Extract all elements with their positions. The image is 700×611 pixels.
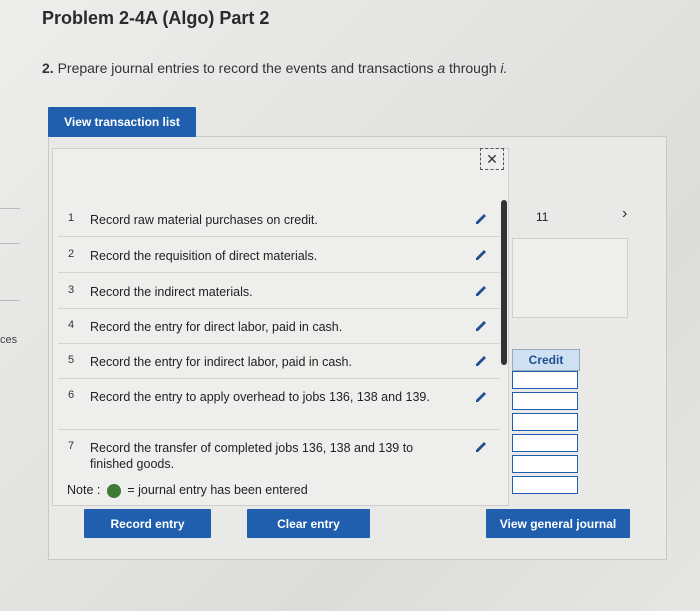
edit-pencil-icon[interactable] [474,284,488,298]
credit-input[interactable] [512,371,578,389]
row-text: Record the indirect materials. [90,285,253,299]
transaction-row[interactable]: 6 Record the entry to apply overhead to … [58,389,500,430]
row-number: 5 [68,354,75,366]
view-general-journal-button[interactable]: View general journal [486,509,630,538]
row-text: Record the requisition of direct materia… [90,249,318,263]
credit-input[interactable] [512,476,578,494]
prompt-number: 2. [42,60,54,76]
edit-pencil-icon[interactable] [474,212,488,226]
row-number: 4 [68,319,75,331]
legend-note: Note : = journal entry has been entered [67,483,308,498]
credit-input[interactable] [512,455,578,473]
transaction-row[interactable]: 1 Record raw material purchases on credi… [58,212,500,237]
row-text: Record the transfer of completed jobs 13… [90,441,414,471]
left-divider [0,208,20,209]
left-cut-text: ces [0,334,18,346]
note-label: Note : [67,483,101,497]
list-scrollbar[interactable] [501,200,507,365]
right-panel-box [512,238,628,318]
left-divider [0,300,20,301]
instruction-text: 2. Prepare journal entries to record the… [42,60,507,76]
edit-pencil-icon[interactable] [474,390,488,404]
chevron-right-icon[interactable]: › [622,205,627,223]
edit-pencil-icon[interactable] [474,354,488,368]
transaction-row[interactable]: 2 Record the requisition of direct mater… [58,248,500,273]
row-number: 7 [68,440,75,452]
prompt-end-letter: i. [500,60,508,76]
transaction-row[interactable]: 4 Record the entry for direct labor, pai… [58,319,500,344]
row-number: 1 [68,212,75,224]
clear-entry-button[interactable]: Clear entry [247,509,370,538]
page-title: Problem 2-4A (Algo) Part 2 [42,8,270,28]
prompt-body: Prepare journal entries to record the ev… [57,60,434,76]
edit-pencil-icon[interactable] [474,319,488,333]
row-number: 3 [68,284,75,296]
transaction-row[interactable]: 3 Record the indirect materials. [58,284,500,309]
record-entry-button[interactable]: Record entry [84,509,211,538]
row-text: Record the entry for direct labor, paid … [90,320,343,334]
credit-input[interactable] [512,434,578,452]
view-transaction-list-button[interactable]: View transaction list [48,107,196,137]
row-text: Record raw material purchases on credit. [90,213,318,227]
note-text: = journal entry has been entered [127,483,308,497]
row-number: 2 [68,248,75,260]
prompt-through: through [449,60,497,76]
close-icon[interactable]: ✕ [480,148,504,170]
credit-input[interactable] [512,392,578,410]
edit-pencil-icon[interactable] [474,440,488,454]
left-divider [0,243,20,244]
credit-input[interactable] [512,413,578,431]
row-text: Record the entry for indirect labor, pai… [90,355,352,369]
credit-column-header: Credit [512,349,580,371]
transaction-row[interactable]: 7 Record the transfer of completed jobs … [58,440,500,476]
row-number: 6 [68,389,75,401]
row-text: Record the entry to apply overhead to jo… [90,390,430,404]
entered-dot-icon [106,483,121,498]
transaction-row[interactable]: 5 Record the entry for indirect labor, p… [58,354,500,379]
edit-pencil-icon[interactable] [474,248,488,262]
prompt-start-letter: a [437,60,446,76]
page-number: 11 [536,210,549,224]
